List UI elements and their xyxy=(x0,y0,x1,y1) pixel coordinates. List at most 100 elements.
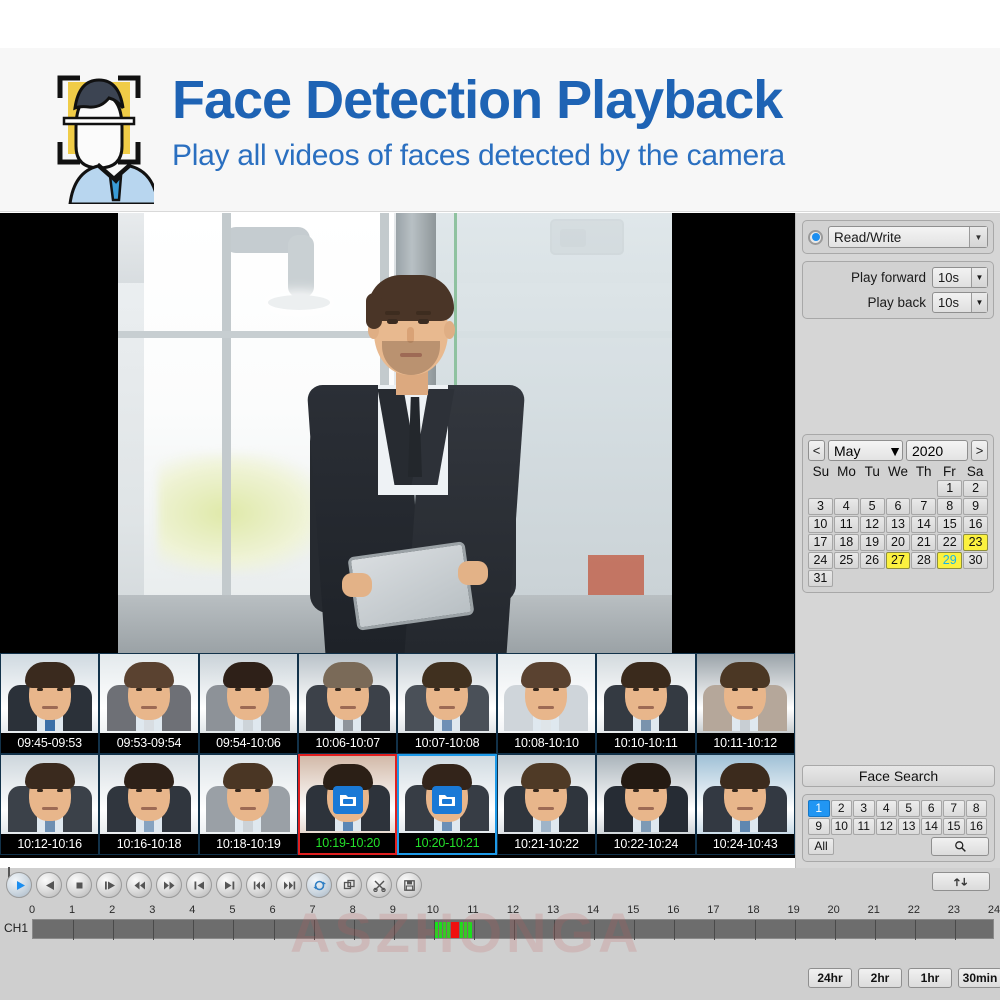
reverse-play-button[interactable] xyxy=(36,872,62,898)
clip-button[interactable] xyxy=(366,872,392,898)
calendar-day[interactable]: 3 xyxy=(808,498,833,515)
calendar-day[interactable]: 26 xyxy=(859,552,885,569)
calendar-day[interactable]: 9 xyxy=(963,498,988,515)
timeline-recording-segment[interactable] xyxy=(447,922,450,938)
live-video-frame[interactable] xyxy=(118,213,672,653)
thumbnail-item[interactable]: 10:08-10:10 xyxy=(496,653,597,754)
calendar-day[interactable]: 13 xyxy=(885,516,911,533)
thumbnail-item[interactable]: 10:11-10:12 xyxy=(695,653,795,754)
timeline-recording-segment[interactable] xyxy=(460,922,463,938)
thumbnail-item[interactable]: 10:12-10:16 xyxy=(0,754,100,855)
chevron-down-icon[interactable]: ▼ xyxy=(971,293,987,312)
calendar-day[interactable]: 24 xyxy=(808,552,833,569)
calendar-day[interactable]: 10 xyxy=(808,516,833,533)
calendar-day[interactable]: 25 xyxy=(833,552,859,569)
calendar-day[interactable]: 17 xyxy=(808,534,833,551)
zoom-level-button[interactable]: 24hr xyxy=(808,968,852,988)
timeline-recording-segment[interactable] xyxy=(451,922,459,938)
channel-button[interactable]: 10 xyxy=(830,818,852,835)
year-field[interactable]: 2020 xyxy=(906,440,968,461)
stop-button[interactable] xyxy=(66,872,92,898)
zoom-level-button[interactable]: 2hr xyxy=(858,968,902,988)
calendar-day[interactable]: 27 xyxy=(885,552,911,569)
channel-button[interactable]: 15 xyxy=(943,818,965,835)
channel-button[interactable]: 12 xyxy=(875,818,897,835)
play-button[interactable] xyxy=(6,872,32,898)
last-record-button[interactable] xyxy=(276,872,302,898)
calendar-day[interactable]: 18 xyxy=(833,534,859,551)
play-forward-select[interactable]: 10s ▼ xyxy=(932,267,988,288)
calendar-day[interactable]: 11 xyxy=(833,516,859,533)
face-thumbnail-grid[interactable]: 09:45-09:53 09:53-09:54 09:54-10:06 10:06-1… xyxy=(0,653,795,858)
calendar-day[interactable]: 22 xyxy=(937,534,963,551)
calendar-day[interactable]: 23 xyxy=(963,534,988,551)
month-select[interactable]: May ▼ xyxy=(828,440,903,461)
thumbnail-item[interactable]: 10:06-10:07 xyxy=(298,653,398,754)
calendar-days-grid[interactable]: 1 2 3 4 5 6 7 8 9 10 11 12 13 14 15 16 17 18 19 20 21 22 23 24 2… xyxy=(808,480,988,587)
channel-all-button[interactable]: All xyxy=(808,838,834,855)
calendar-day[interactable]: 8 xyxy=(937,498,963,515)
channel-button[interactable]: 14 xyxy=(920,818,942,835)
transport-controls[interactable] xyxy=(6,872,422,898)
thumbnail-item[interactable]: 10:24-10:43 xyxy=(695,754,795,855)
thumbnail-item[interactable]: 09:53-09:54 xyxy=(99,653,199,754)
channel-button[interactable]: 9 xyxy=(808,818,830,835)
next-month-button[interactable]: > xyxy=(971,440,988,461)
channel-button[interactable]: 4 xyxy=(875,800,897,817)
face-search-title[interactable]: Face Search xyxy=(802,765,995,787)
thumbnail-item[interactable]: 10:10-10:11 xyxy=(596,653,696,754)
thumbnail-item[interactable]: 09:45-09:53 xyxy=(0,653,100,754)
channel-button[interactable]: 1 xyxy=(808,800,830,817)
thumbnail-item[interactable]: 10:20-10:21 xyxy=(397,754,497,855)
calendar-day[interactable]: 6 xyxy=(885,498,911,515)
calendar-day[interactable]: 4 xyxy=(833,498,859,515)
calendar-day[interactable]: 20 xyxy=(885,534,911,551)
thumbnail-item[interactable]: 10:07-10:08 xyxy=(397,653,497,754)
channel-button[interactable]: 6 xyxy=(920,800,942,817)
timeline-recording-segment[interactable] xyxy=(439,922,442,938)
channel-button[interactable]: 16 xyxy=(965,818,987,835)
timeline-recording-segment[interactable] xyxy=(464,922,467,938)
mode-select[interactable]: Read/Write ▼ xyxy=(828,226,988,248)
chevron-down-icon[interactable]: ▼ xyxy=(888,443,902,459)
channel-button[interactable]: 8 xyxy=(965,800,987,817)
calendar-day[interactable]: 1 xyxy=(937,480,963,497)
timeline[interactable]: CH1 0 1 2 3 4 5 6 7 8 9 10 11 12 13 14 15 16 17 18 19 20 21 22… xyxy=(0,904,1000,950)
calendar-day[interactable]: 16 xyxy=(963,516,988,533)
previous-button[interactable] xyxy=(186,872,212,898)
thumbnail-item[interactable]: 10:22-10:24 xyxy=(596,754,696,855)
calendar-day[interactable]: 28 xyxy=(911,552,937,569)
timeline-recording-segment[interactable] xyxy=(434,922,438,938)
calendar-day[interactable]: 14 xyxy=(911,516,937,533)
prev-month-button[interactable]: < xyxy=(808,440,825,461)
calendar-day[interactable]: 30 xyxy=(963,552,988,569)
chevron-down-icon[interactable]: ▼ xyxy=(971,268,987,287)
channel-button[interactable]: 13 xyxy=(898,818,920,835)
calendar-day[interactable]: 31 xyxy=(808,570,833,587)
calendar-day[interactable]: 2 xyxy=(963,480,988,497)
face-search-button[interactable] xyxy=(931,837,989,856)
swap-channel-button[interactable] xyxy=(932,872,990,891)
calendar-day[interactable]: 19 xyxy=(859,534,885,551)
zoom-level-button[interactable]: 1hr xyxy=(908,968,952,988)
channel-button[interactable]: 2 xyxy=(830,800,852,817)
channel-button[interactable]: 5 xyxy=(898,800,920,817)
channel-grid[interactable]: 1 2 3 4 5 6 7 8 9 10 11 12 13 14 15 16 xyxy=(808,800,989,835)
calendar-day[interactable]: 29 xyxy=(937,552,963,569)
backup-button[interactable] xyxy=(336,872,362,898)
first-record-button[interactable] xyxy=(246,872,272,898)
play-back-select[interactable]: 10s ▼ xyxy=(932,292,988,313)
calendar-day[interactable]: 12 xyxy=(859,516,885,533)
chevron-down-icon[interactable]: ▼ xyxy=(969,227,987,247)
thumbnail-item[interactable]: 10:19-10:20 xyxy=(298,754,398,855)
calendar-day[interactable]: 15 xyxy=(937,516,963,533)
thumbnail-item[interactable]: 09:54-10:06 xyxy=(198,653,299,754)
thumbnail-item[interactable]: 10:21-10:22 xyxy=(496,754,597,855)
timeline-track[interactable] xyxy=(32,919,994,940)
next-button[interactable] xyxy=(216,872,242,898)
channel-button[interactable]: 11 xyxy=(853,818,875,835)
save-button[interactable] xyxy=(396,872,422,898)
video-player-area[interactable] xyxy=(0,213,795,653)
thumbnail-item[interactable]: 10:16-10:18 xyxy=(99,754,199,855)
timeline-recording-segment[interactable] xyxy=(468,922,472,938)
